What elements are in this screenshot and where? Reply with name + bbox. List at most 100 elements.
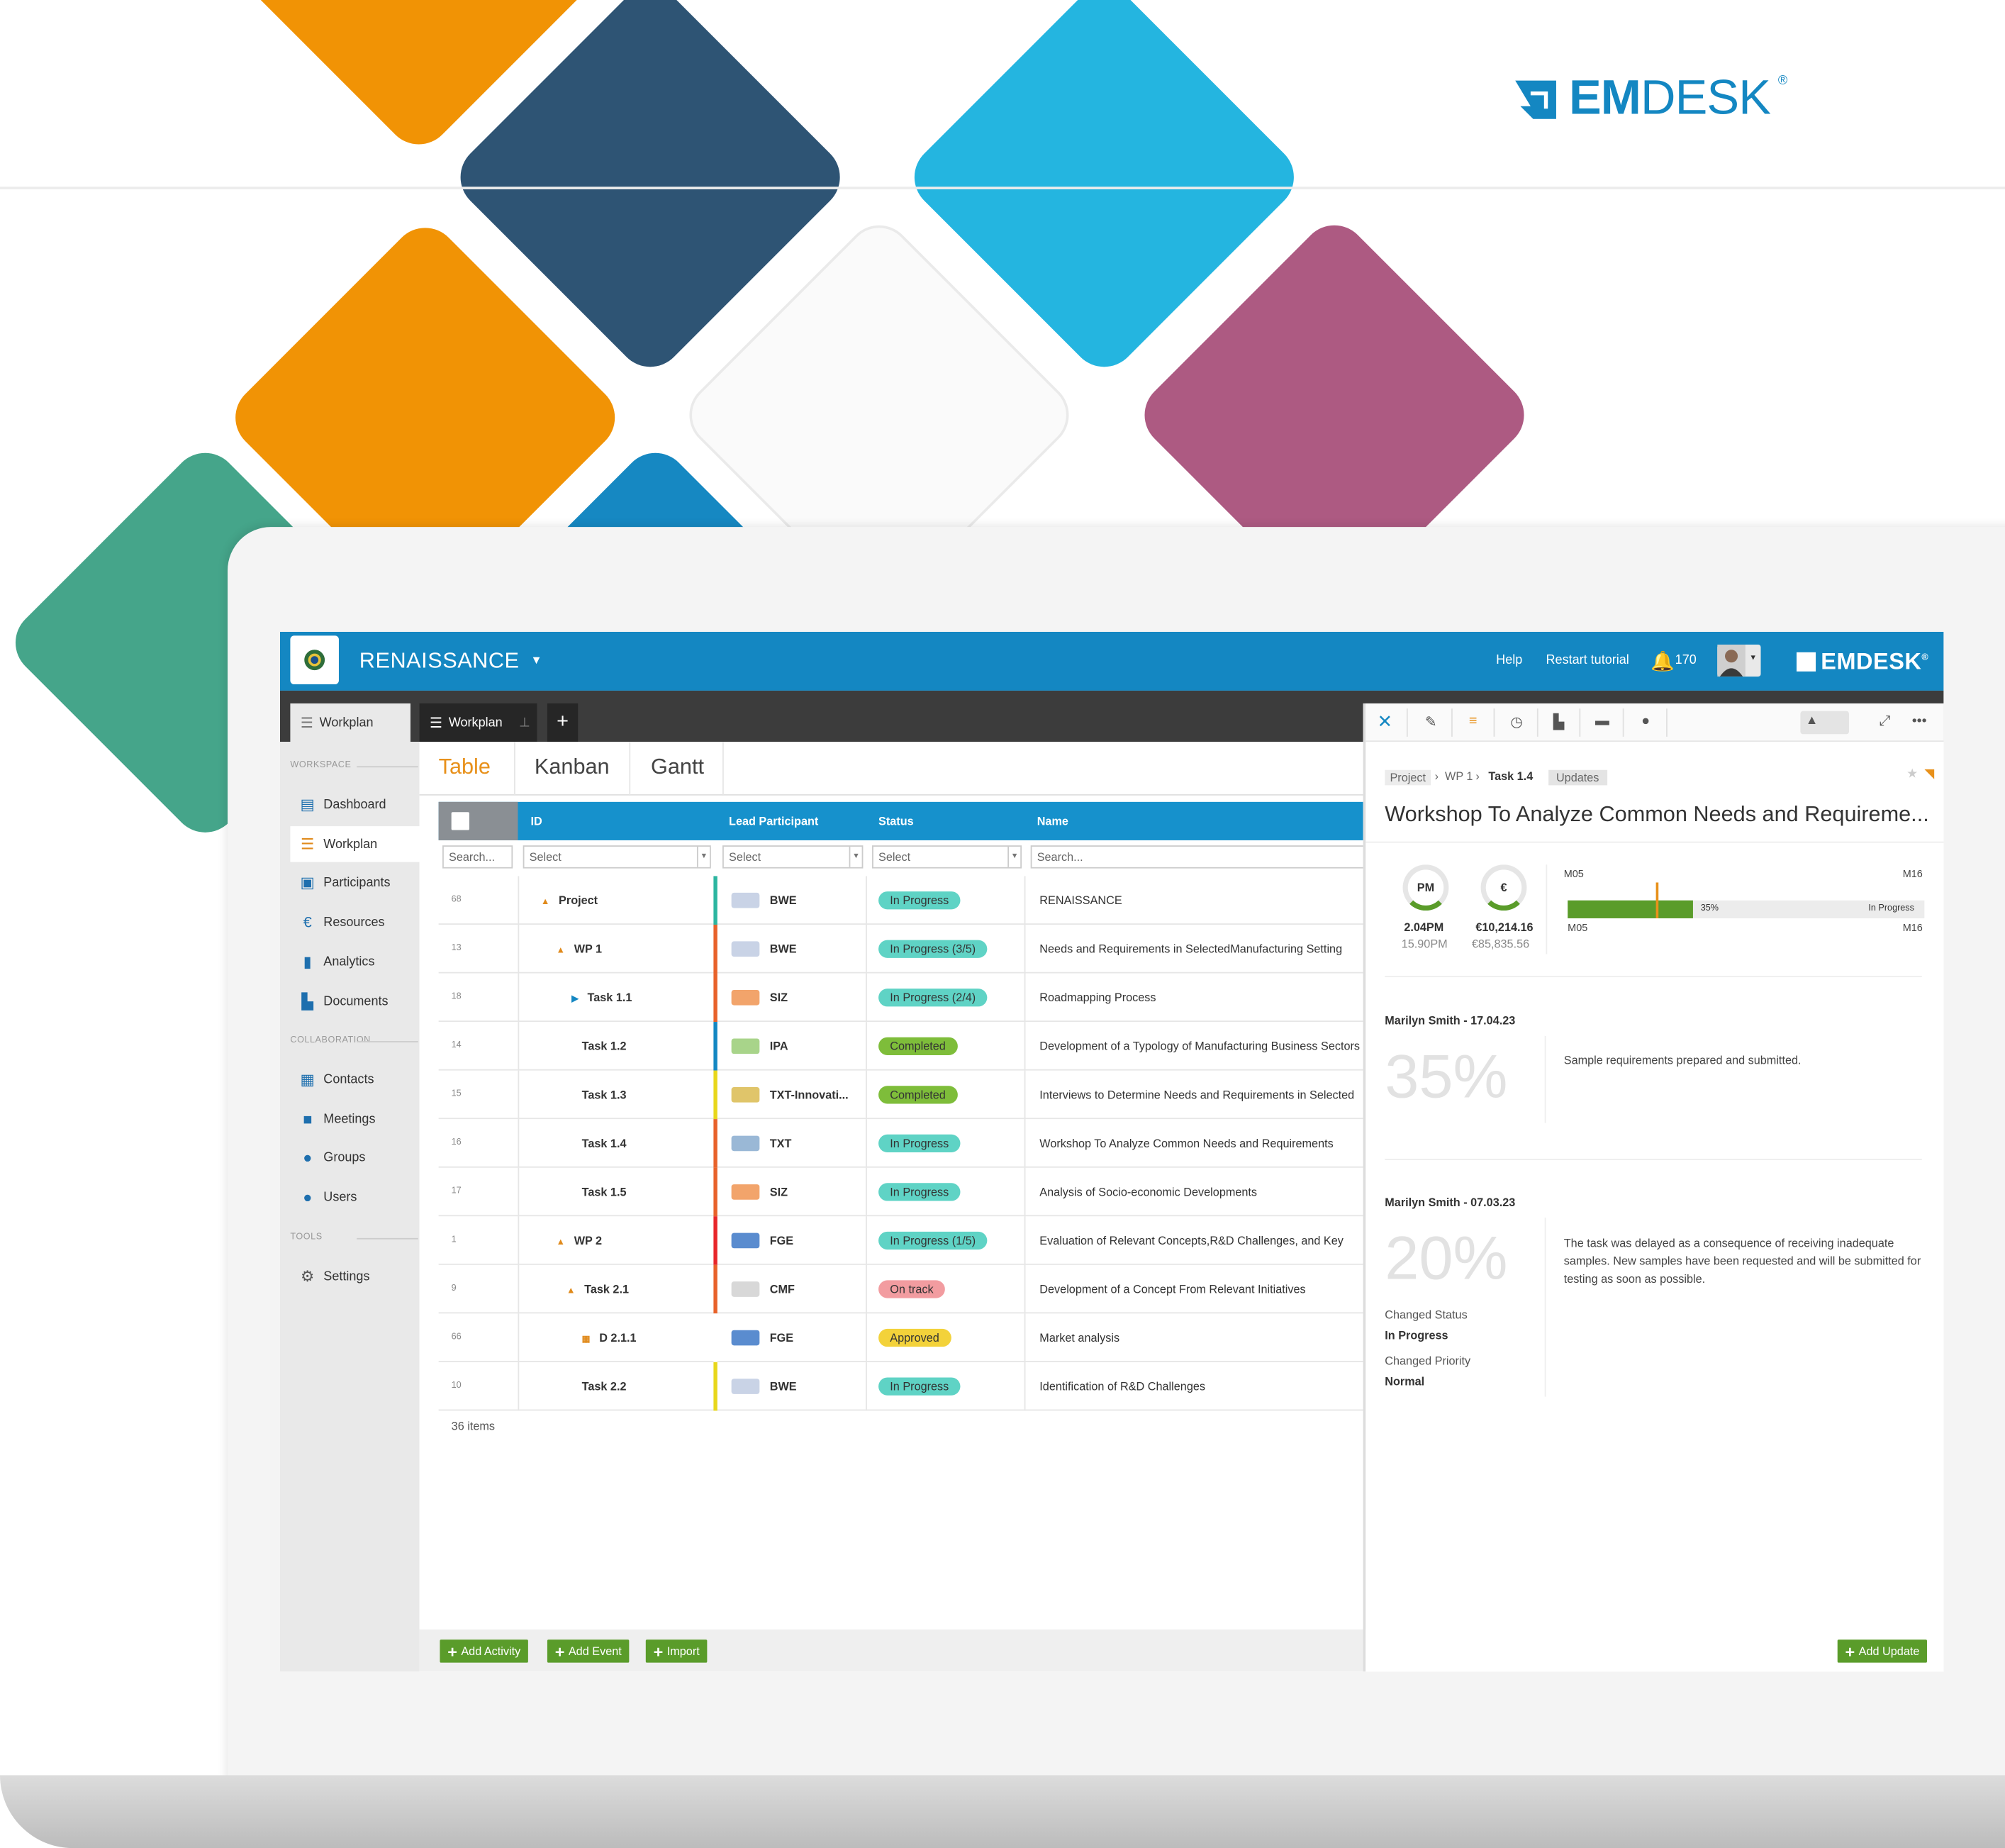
timeline-end-bottom: M16 <box>1902 922 1923 934</box>
row-id[interactable]: ▲ Project <box>541 894 598 907</box>
restart-tutorial-link[interactable]: Restart tutorial <box>1546 654 1629 668</box>
expand-icon[interactable]: ⤢ <box>1875 713 1895 731</box>
tab-kanban[interactable]: Kanban <box>535 755 610 780</box>
table-row[interactable]: 1 ▲ WP 2 FGE In Progress (1/5) Evaluation of … <box>438 1216 1365 1265</box>
add-activity-button[interactable]: + Add Activity <box>440 1640 529 1663</box>
color-indicator <box>713 1070 717 1120</box>
more-icon[interactable]: ••• <box>1909 713 1930 731</box>
name-search-input[interactable]: Search... <box>1030 845 1365 869</box>
status-select[interactable]: Select ▼ <box>872 845 1022 869</box>
table-row[interactable]: 10 Task 2.2 BWE In Progress Identification o… <box>438 1362 1365 1411</box>
user-icon[interactable]: ● <box>1636 713 1656 731</box>
participant-logo <box>731 1330 760 1346</box>
row-id[interactable]: ▲ Task 2.1 <box>566 1283 629 1296</box>
sidebar-item-contacts[interactable]: ▦ Contacts <box>290 1062 419 1098</box>
pencil-icon[interactable]: ✎ <box>1421 713 1441 731</box>
priority-icon[interactable]: ≡ <box>1463 713 1483 731</box>
add-tab-button[interactable]: + <box>547 703 579 742</box>
table-row[interactable]: 18 ▶ Task 1.1 SIZ In Progress (2/4) Roadmappi… <box>438 973 1365 1023</box>
tab-workplan[interactable]: ☰ Workplan ⊥ <box>419 703 537 742</box>
tab-gantt[interactable]: Gantt <box>651 755 704 780</box>
id-select[interactable]: Select ▼ <box>523 845 711 869</box>
emdesk-logo: EMDESK ® <box>1513 72 1787 127</box>
sidebar-item-resources[interactable]: € Resources <box>290 904 419 940</box>
sidebar-item-participants[interactable]: ▣ Participants <box>290 864 419 900</box>
comment-icon[interactable]: ▬ <box>1592 713 1612 731</box>
lock-toggle[interactable]: ▲ <box>1800 711 1849 735</box>
row-id[interactable]: ▲ WP 2 <box>557 1234 603 1247</box>
close-icon[interactable]: ✕ <box>1375 711 1395 732</box>
add-event-button[interactable]: + Add Event <box>547 1640 630 1663</box>
project-name[interactable]: RENAISSANCE <box>359 648 520 674</box>
add-update-button[interactable]: + Add Update <box>1837 1640 1928 1663</box>
sidebar-item-workplan[interactable]: ☰ Workplan <box>290 826 420 862</box>
help-link[interactable]: Help <box>1496 654 1522 668</box>
sidebar-item-groups[interactable]: ● Groups <box>290 1140 419 1175</box>
star-icon[interactable]: ★ <box>1906 767 1918 781</box>
sidebar-item-settings[interactable]: ⚙ Settings <box>290 1259 419 1295</box>
table-row[interactable]: 68 ▲ Project BWE In Progress RENAISSANCE <box>438 876 1365 925</box>
expand-toggle-icon[interactable]: ▲ <box>557 947 566 956</box>
tab-workplan-pinned[interactable]: ☰ Workplan <box>290 703 411 742</box>
table-row[interactable]: 9 ▲ Task 2.1 CMF On track Development of a Co… <box>438 1264 1365 1314</box>
row-id[interactable]: ▲ WP 1 <box>557 942 603 955</box>
row-id[interactable]: ▶ Task 1.1 <box>571 991 632 1004</box>
sidebar-item-dashboard[interactable]: ▤ Dashboard <box>290 786 419 823</box>
change-value: Normal <box>1385 1374 1425 1388</box>
num-search-input[interactable]: Search... <box>442 845 513 869</box>
crumb-wp[interactable]: WP 1 <box>1445 770 1473 783</box>
table-row[interactable]: 66 ▦ D 2.1.1 FGE Approved Market analysis <box>438 1313 1365 1362</box>
video-icon: ■ <box>303 1110 313 1128</box>
expand-toggle-icon[interactable]: ▶ <box>571 993 579 1004</box>
row-id[interactable]: Task 1.5 <box>582 1186 627 1198</box>
col-status[interactable]: Status <box>878 815 914 828</box>
pin-icon[interactable]: ⊥ <box>519 716 530 730</box>
table-row[interactable]: 13 ▲ WP 1 BWE In Progress (3/5) Needs and Req… <box>438 924 1365 974</box>
bell-icon[interactable]: 🔔 <box>1651 650 1675 673</box>
table-row[interactable]: 14 Task 1.2 IPA Completed Development of a T… <box>438 1022 1365 1071</box>
table-row[interactable]: 15 Task 1.3 TXT-Innovati... Completed Interv… <box>438 1070 1365 1120</box>
table-row[interactable]: 17 Task 1.5 SIZ In Progress Analysis of Soci… <box>438 1167 1365 1217</box>
color-indicator <box>713 876 717 925</box>
expand-toggle-icon[interactable]: ▲ <box>566 1286 576 1296</box>
row-id[interactable]: Task 1.2 <box>582 1040 627 1052</box>
lead-select[interactable]: Select ▼ <box>722 845 864 869</box>
crumb-project[interactable]: Project <box>1385 769 1431 786</box>
main-footer: + Add Activity + Add Event + Import <box>419 1629 1365 1672</box>
document-icon: ▙ <box>301 992 314 1011</box>
sidebar-item-users[interactable]: ● Users <box>290 1179 419 1215</box>
chevron-down-icon: ▼ <box>1007 846 1020 867</box>
notification-count[interactable]: 170 <box>1675 654 1697 668</box>
crumb-task[interactable]: Task 1.4 <box>1488 770 1533 783</box>
sidebar-item-analytics[interactable]: ▮ Analytics <box>290 944 419 980</box>
table-row[interactable]: 16 Task 1.4 TXT In Progress Workshop To Anal… <box>438 1119 1365 1168</box>
select-all-checkbox[interactable] <box>438 801 518 840</box>
rss-icon[interactable]: ◥ <box>1924 767 1934 781</box>
sidebar-item-meetings[interactable]: ■ Meetings <box>290 1101 419 1137</box>
status-badge: In Progress (1/5) <box>878 1231 988 1250</box>
row-id[interactable]: Task 2.2 <box>582 1380 627 1393</box>
project-logo[interactable] <box>290 635 339 684</box>
expand-toggle-icon[interactable]: ▲ <box>541 898 550 907</box>
history-icon[interactable]: ◷ <box>1507 713 1527 731</box>
expand-toggle-icon[interactable]: ▲ <box>557 1238 566 1247</box>
row-id[interactable]: Task 1.3 <box>582 1089 627 1101</box>
tab-table[interactable]: Table <box>439 755 491 780</box>
deliverable-icon[interactable]: ▦ <box>582 1334 591 1345</box>
app-window: RENAISSANCE ▼ Help Restart tutorial 🔔 17… <box>279 631 1944 1672</box>
crumb-updates[interactable]: Updates <box>1548 769 1607 786</box>
chevron-down-icon[interactable]: ▼ <box>530 654 542 667</box>
update-text: The task was delayed as a consequence of… <box>1563 1237 1921 1286</box>
col-lead-participant[interactable]: Lead Participant <box>729 815 818 828</box>
lead-participant: FGE <box>769 1331 794 1345</box>
sidebar-item-documents[interactable]: ▙ Documents <box>290 984 419 1020</box>
row-id[interactable]: Task 1.4 <box>582 1137 627 1150</box>
panel-footer: + Add Update <box>1365 1629 1944 1672</box>
document-icon[interactable]: ▙ <box>1548 713 1569 731</box>
row-id[interactable]: ▦ D 2.1.1 <box>582 1332 637 1345</box>
col-name[interactable]: Name <box>1037 815 1068 828</box>
import-button[interactable]: + Import <box>645 1640 708 1663</box>
lead-participant: BWE <box>769 894 797 907</box>
col-id[interactable]: ID <box>530 815 542 828</box>
avatar[interactable]: ▼ <box>1717 644 1761 677</box>
